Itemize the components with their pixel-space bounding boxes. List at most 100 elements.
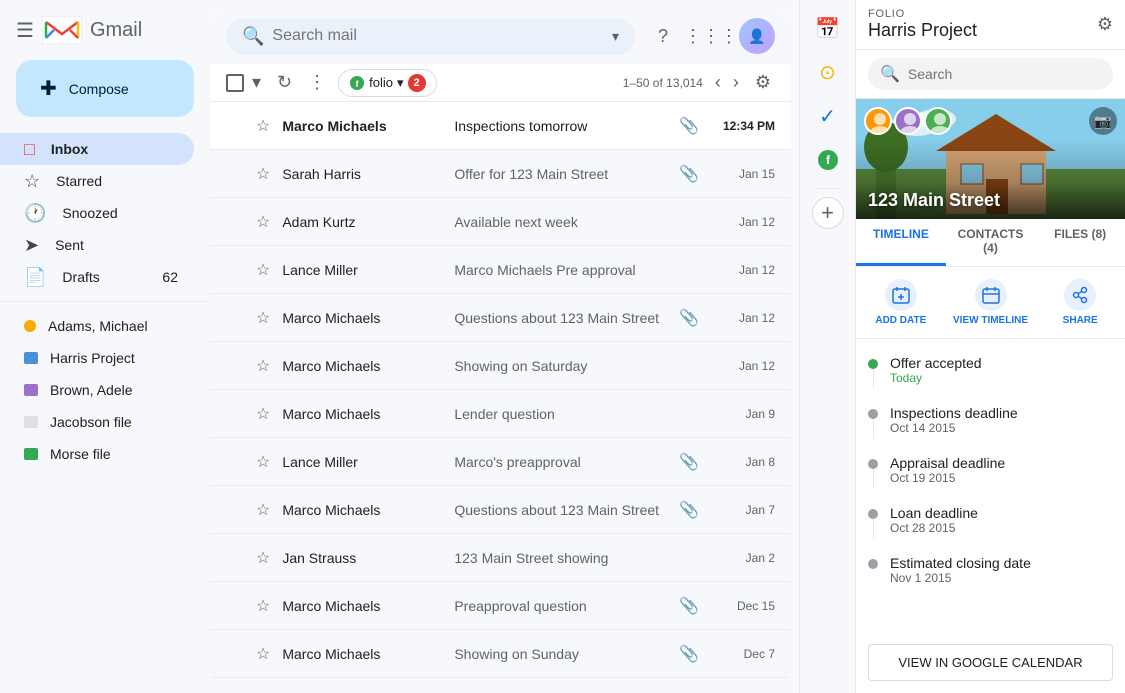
email-date: 12:34 PM [715,119,775,133]
sidebar-item-label: Inbox [51,141,178,157]
sidebar-item-starred[interactable]: ☆ Starred [0,165,194,197]
right-panel: FOLIO Harris Project ⚙ 🔍 [855,0,1125,693]
folio-tag[interactable]: f folio ▾ 2 [338,69,436,97]
tab-contacts[interactable]: CONTACTS (4) [946,219,1036,266]
email-date: Dec 15 [715,599,775,613]
help-button[interactable]: ? [643,16,683,56]
email-star-icon[interactable]: ☆ [256,548,270,568]
email-star-icon[interactable]: ☆ [256,452,270,472]
project-name: Harris Project [868,20,977,41]
property-address-overlay: 123 Main Street [856,139,1125,219]
share-label: SHARE [1063,315,1098,326]
label-text: Morse file [50,446,111,462]
tab-timeline[interactable]: TIMELINE [856,219,946,266]
email-subject: 123 Main Street showing [454,550,703,566]
email-sender: Marco Michaels [282,118,442,134]
user-avatar[interactable]: 👤 [739,18,775,54]
add-app-button[interactable]: + [812,197,844,229]
right-panel-header: FOLIO Harris Project ⚙ [856,0,1125,50]
sidebar-item-adams-michael[interactable]: Adams, Michael [0,310,194,342]
select-all-checkbox[interactable] [226,74,244,92]
refresh-icon[interactable]: ↻ [273,68,296,97]
email-star-icon[interactable]: ☆ [256,308,270,328]
sidebar-item-snoozed[interactable]: 🕐 Snoozed [0,197,194,229]
hamburger-icon[interactable]: ☰ [16,18,34,43]
timeline-dot [868,559,878,569]
email-list: ☆ Marco Michaels Inspections tomorrow 📎 … [210,102,791,685]
camera-icon[interactable]: 📷 [1089,107,1117,135]
share-action[interactable]: SHARE [1035,275,1125,330]
compose-button[interactable]: ✚ Compose [16,60,194,117]
email-row[interactable]: ☆ Marco Michaels Questions about 123 Mai… [210,486,791,534]
sidebar-item-inbox[interactable]: □ Inbox [0,133,194,165]
view-timeline-action[interactable]: VIEW TIMELINE [946,275,1036,330]
email-row[interactable]: ☆ Marco Michaels Questions about 123 Mai… [210,294,791,342]
email-row[interactable]: ☆ Marco Michaels Lender question Jan 9 [210,390,791,438]
sidebar-item-harris-project[interactable]: Harris Project [0,342,194,374]
sidebar-item-brown-adele[interactable]: Brown, Adele [0,374,194,406]
add-date-icon [885,279,917,311]
timeline-event-title: Estimated closing date [890,555,1113,571]
email-row[interactable]: ☆ Marco Michaels Showing on Sunday 📎 Dec… [210,630,791,678]
email-row[interactable]: ☆ Carmen Beltran Thank You Dec 5 [210,678,791,685]
email-star-icon[interactable]: ☆ [256,164,270,184]
select-dropdown-icon[interactable]: ▾ [248,68,265,97]
search-wrapper[interactable]: 🔍 ▾ [226,18,635,55]
right-search-box[interactable]: 🔍 [868,58,1113,90]
email-star-icon[interactable]: ☆ [256,404,270,424]
tasks-strip-icon[interactable]: ✓ [808,96,848,136]
folio-strip-icon[interactable]: f [808,140,848,180]
sidebar-item-morse-file[interactable]: Morse file [0,438,194,470]
calendar-strip-icon[interactable]: 📅 [808,8,848,48]
email-row[interactable]: ☆ Jan Strauss 123 Main Street showing Ja… [210,534,791,582]
timeline-content: Appraisal deadline Oct 19 2015 [890,455,1113,485]
sidebar-item-label: Drafts [62,269,146,285]
email-row[interactable]: ☆ Sarah Harris Offer for 123 Main Street… [210,150,791,198]
email-star-icon[interactable]: ☆ [256,260,270,280]
settings-icon[interactable]: ⚙ [751,68,775,97]
email-subject: Offer for 123 Main Street [454,166,667,182]
add-date-action[interactable]: ADD DATE [856,275,946,330]
sidebar-item-drafts[interactable]: 📄 Drafts 62 [0,261,194,293]
panel-settings-icon[interactable]: ⚙ [1097,14,1113,35]
timeline-item: Inspections deadline Oct 14 2015 [856,397,1125,447]
sidebar-item-jacobson-file[interactable]: Jacobson file [0,406,194,438]
tab-files[interactable]: FILES (8) [1035,219,1125,266]
search-dropdown-icon[interactable]: ▾ [612,28,619,45]
email-sender: Sarah Harris [282,166,442,182]
email-row[interactable]: ☆ Lance Miller Marco's preapproval 📎 Jan… [210,438,791,486]
email-star-icon[interactable]: ☆ [256,644,270,664]
email-row[interactable]: ☆ Adam Kurtz Available next week Jan 12 [210,198,791,246]
sidebar-header: ☰ Gmail [0,8,210,52]
select-checkbox-area[interactable]: ▾ [226,68,265,97]
right-search-input[interactable] [908,66,1101,82]
sidebar: ☰ Gmail ✚ Compose □ Inbox ☆ Starred 🕐 Sn… [0,0,210,693]
email-row[interactable]: ☆ Lance Miller Marco Michaels Pre approv… [210,246,791,294]
email-subject: Available next week [454,214,703,230]
email-star-icon[interactable]: ☆ [256,116,270,136]
email-star-icon[interactable]: ☆ [256,212,270,232]
timeline-dot [868,459,878,469]
email-star-icon[interactable]: ☆ [256,596,270,616]
email-row[interactable]: ☆ Marco Michaels Inspections tomorrow 📎 … [210,102,791,150]
email-subject: Showing on Saturday [454,358,703,374]
contacts-strip-icon[interactable]: ⊙ [808,52,848,92]
view-in-calendar-button[interactable]: VIEW IN GOOGLE CALENDAR [868,644,1113,681]
prev-page-icon[interactable]: ‹ [711,68,725,97]
property-image: 📷 123 Main Street [856,99,1125,219]
email-main: 🔍 ▾ ? ⋮⋮⋮ 👤 ▾ ↻ ⋮ f folio ▾ 2 [210,8,791,685]
more-options-icon[interactable]: ⋮ [304,68,330,97]
search-input[interactable] [272,27,604,45]
email-date: Dec 7 [715,647,775,661]
email-row[interactable]: ☆ Marco Michaels Showing on Saturday Jan… [210,342,791,390]
contact-avatar-3 [924,107,952,135]
next-page-icon[interactable]: › [729,68,743,97]
timeline-content: Inspections deadline Oct 14 2015 [890,405,1113,435]
email-date: Jan 12 [715,263,775,277]
sidebar-item-sent[interactable]: ➤ Sent [0,229,194,261]
email-star-icon[interactable]: ☆ [256,356,270,376]
email-star-icon[interactable]: ☆ [256,500,270,520]
email-row[interactable]: ☆ Marco Michaels Preapproval question 📎 … [210,582,791,630]
grid-button[interactable]: ⋮⋮⋮ [691,16,731,56]
sidebar-item-label: Snoozed [62,205,178,221]
